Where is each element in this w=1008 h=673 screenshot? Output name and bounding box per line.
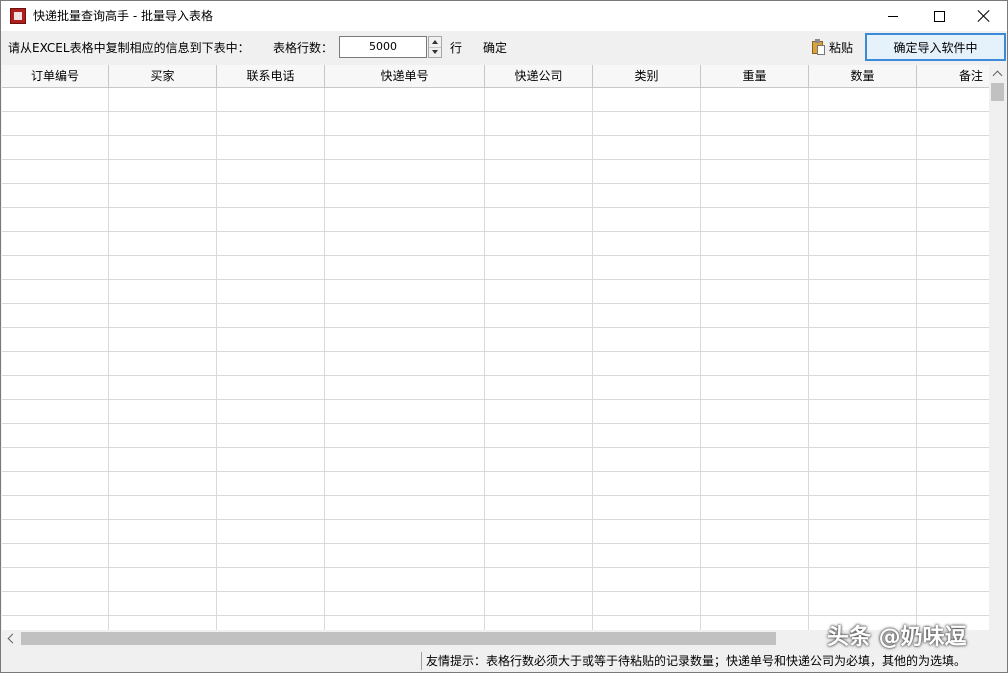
clipboard-icon	[812, 39, 826, 55]
row-count-input[interactable]: 5000	[339, 36, 427, 58]
paste-label: 粘贴	[829, 40, 854, 55]
column-divider	[484, 88, 485, 630]
row-count-stepper[interactable]	[428, 36, 442, 58]
window-title: 快递批量查询高手 - 批量导入表格	[33, 9, 213, 23]
column-header[interactable]: 快递单号	[325, 65, 485, 87]
column-divider	[700, 88, 701, 630]
chevron-left-icon	[7, 633, 17, 644]
column-header[interactable]: 联系电话	[217, 65, 325, 87]
column-divider	[808, 88, 809, 630]
grid-header: 订单编号 买家 联系电话 快递单号 快递公司 类别 重量 数量 备注	[2, 65, 989, 88]
watermark: 头条 @奶味逗	[827, 625, 967, 650]
column-divider	[216, 88, 217, 630]
maximize-icon	[933, 10, 945, 22]
scroll-left-button[interactable]	[2, 630, 19, 647]
row-unit-label: 行	[450, 41, 463, 55]
column-divider	[592, 88, 593, 630]
column-divider	[916, 88, 917, 630]
grid-body[interactable]	[2, 88, 989, 630]
column-header[interactable]: 快递公司	[485, 65, 593, 87]
toolbar: 请从EXCEL表格中复制相应的信息到下表中： 表格行数： 5000 行 确定 粘…	[1, 31, 1007, 65]
maximize-button[interactable]	[916, 1, 962, 31]
chevron-up-icon	[992, 70, 1003, 80]
column-header[interactable]: 买家	[109, 65, 217, 87]
column-header[interactable]: 订单编号	[2, 65, 109, 87]
column-divider	[108, 88, 109, 630]
status-divider	[421, 652, 422, 670]
app-icon	[10, 8, 26, 24]
caret-up-icon	[432, 40, 438, 44]
caret-down-icon	[432, 50, 438, 54]
column-header[interactable]: 备注	[917, 65, 989, 87]
column-header[interactable]: 类别	[593, 65, 701, 87]
row-count-label: 表格行数：	[273, 41, 334, 55]
column-header[interactable]: 重量	[701, 65, 809, 87]
stepper-down-button[interactable]	[429, 47, 441, 57]
column-divider	[324, 88, 325, 630]
data-grid[interactable]: 订单编号 买家 联系电话 快递单号 快递公司 类别 重量 数量 备注	[2, 65, 989, 630]
import-to-software-button[interactable]: 确定导入软件中	[865, 33, 1006, 61]
horizontal-scroll-thumb[interactable]	[21, 632, 776, 645]
scroll-up-button[interactable]	[989, 65, 1006, 82]
import-dialog: 快递批量查询高手 - 批量导入表格 请从EXCEL表格中复制相应的信息到下表中：…	[0, 0, 1008, 673]
title-bar: 快递批量查询高手 - 批量导入表格	[1, 1, 1007, 31]
instruction-label: 请从EXCEL表格中复制相应的信息到下表中：	[8, 41, 250, 55]
close-icon	[978, 10, 990, 22]
close-button[interactable]	[961, 1, 1007, 31]
minimize-button[interactable]	[870, 1, 916, 31]
vertical-scrollbar[interactable]	[989, 65, 1006, 630]
confirm-button[interactable]: 确定	[483, 41, 507, 55]
vertical-scroll-thumb[interactable]	[991, 83, 1004, 101]
column-header[interactable]: 数量	[809, 65, 917, 87]
status-tip: 友情提示：表格行数必须大于或等于待粘贴的记录数量；快递单号和快递公司为必填，其他…	[426, 654, 967, 668]
minimize-icon	[888, 15, 898, 17]
paste-button[interactable]: 粘贴	[812, 36, 860, 58]
